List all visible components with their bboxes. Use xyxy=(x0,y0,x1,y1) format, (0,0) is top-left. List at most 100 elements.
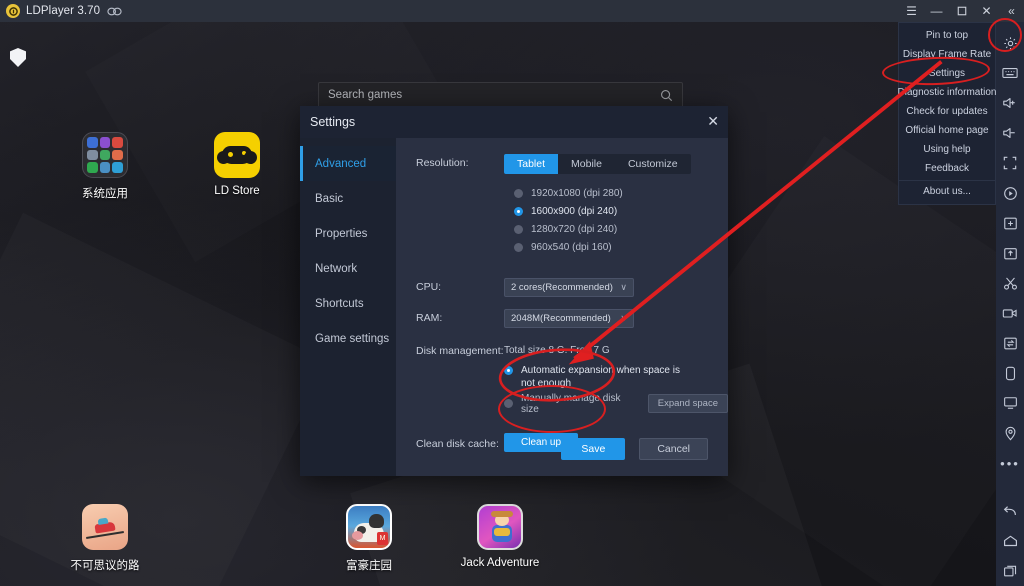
install-apk-icon[interactable] xyxy=(996,238,1024,268)
desktop-app-rich-manor[interactable]: M 富豪庄园 xyxy=(326,504,412,573)
tab-customize[interactable]: Customize xyxy=(615,154,691,174)
desktop-app-jack-adventure[interactable]: Jack Adventure xyxy=(457,504,543,569)
gear-icon[interactable] xyxy=(996,28,1024,58)
fullscreen-icon[interactable] xyxy=(996,148,1024,178)
volume-up-icon[interactable] xyxy=(996,88,1024,118)
menu-item-using-help[interactable]: Using help xyxy=(899,140,995,159)
toolbar-dropdown-menu: Pin to top Display Frame Rate Settings D… xyxy=(898,22,996,205)
maximize-button[interactable] xyxy=(949,0,974,22)
menu-item-pin-to-top[interactable]: Pin to top xyxy=(899,26,995,45)
close-icon[interactable]: ✕ xyxy=(707,114,719,128)
chevron-down-icon: ∨ xyxy=(620,282,627,293)
multi-instance-icon[interactable] xyxy=(107,6,122,17)
radio-label: 1600x900 (dpi 240) xyxy=(531,206,617,217)
right-toolbar: ••• xyxy=(996,22,1024,586)
radio-label: 1920x1080 (dpi 280) xyxy=(531,188,623,199)
volume-down-icon[interactable] xyxy=(996,118,1024,148)
incredible-road-game-icon xyxy=(82,504,128,550)
expand-space-button[interactable]: Expand space xyxy=(648,394,728,413)
search-input[interactable]: Search games xyxy=(318,82,683,108)
record-icon[interactable] xyxy=(996,178,1024,208)
sidebar-item-properties[interactable]: Properties xyxy=(300,216,396,251)
save-button[interactable]: Save xyxy=(561,438,625,460)
app-label: Jack Adventure xyxy=(457,557,543,569)
location-icon[interactable] xyxy=(996,418,1024,448)
more-dots-icon[interactable]: ••• xyxy=(996,448,1024,478)
disk-summary: Total size 8 G. Free 7 G xyxy=(504,342,610,356)
home-icon[interactable] xyxy=(996,526,1024,556)
radio-indicator xyxy=(514,189,523,198)
scissors-icon[interactable] xyxy=(996,268,1024,298)
search-placeholder: Search games xyxy=(328,89,660,101)
minimize-button[interactable]: — xyxy=(924,0,949,22)
menu-item-settings[interactable]: Settings xyxy=(899,64,995,83)
app-label: 系统应用 xyxy=(62,185,148,201)
cpu-value: 2 cores(Recommended) xyxy=(511,282,613,293)
radio-label: 960x540 (dpi 160) xyxy=(531,242,612,253)
add-instance-icon[interactable] xyxy=(996,208,1024,238)
manual-disk-row: Manually manage disk size Expand space xyxy=(504,394,728,413)
tab-mobile[interactable]: Mobile xyxy=(558,154,615,174)
sidebar-item-advanced[interactable]: Advanced xyxy=(300,146,396,181)
menu-item-check-for-updates[interactable]: Check for updates xyxy=(899,102,995,121)
menu-item-feedback[interactable]: Feedback xyxy=(899,159,995,178)
menu-item-diagnostic-information[interactable]: Diagnostic information xyxy=(899,83,995,102)
radio-1600x900[interactable]: 1600x900 (dpi 240) xyxy=(514,202,728,220)
dialog-header: Settings ✕ xyxy=(300,106,728,138)
menu-item-about-us[interactable]: About us... xyxy=(899,180,995,201)
collapse-sidebar-button[interactable]: « xyxy=(999,0,1024,22)
ld-store-icon xyxy=(214,132,260,178)
video-icon[interactable] xyxy=(996,298,1024,328)
keyboard-icon[interactable] xyxy=(996,58,1024,88)
radio-1280x720[interactable]: 1280x720 (dpi 240) xyxy=(514,220,728,238)
app-label: LD Store xyxy=(194,185,280,197)
sidebar-item-game-settings[interactable]: Game settings xyxy=(300,321,396,356)
menu-button[interactable]: ☰ xyxy=(899,0,924,22)
sync-icon[interactable] xyxy=(996,328,1024,358)
recents-icon[interactable] xyxy=(996,556,1024,586)
disk-row: Disk management: Total size 8 G. Free 7 … xyxy=(396,342,728,357)
search-icon[interactable] xyxy=(660,89,673,102)
title-bar: LDPlayer 3.70 ☰ — ✕ « xyxy=(0,0,1024,22)
jack-adventure-game-icon xyxy=(477,504,523,550)
ram-select[interactable]: 2048M(Recommended) ∨ xyxy=(504,309,634,328)
system-apps-folder-icon xyxy=(82,132,128,178)
tab-tablet[interactable]: Tablet xyxy=(504,154,558,174)
dialog-main-panel: Resolution: Tablet Mobile Customize 1920… xyxy=(396,138,728,476)
shield-icon xyxy=(10,48,26,67)
cpu-row: CPU: 2 cores(Recommended) ∨ xyxy=(396,278,728,297)
resolution-label: Resolution: xyxy=(416,154,504,169)
disk-options: Automatic expansion when space is not en… xyxy=(504,364,728,413)
menu-item-official-home-page[interactable]: Official home page xyxy=(899,121,995,140)
close-button[interactable]: ✕ xyxy=(974,0,999,22)
app-label: 不可思议的路 xyxy=(62,557,148,573)
resolution-row: Resolution: Tablet Mobile Customize xyxy=(396,154,728,174)
dialog-footer: Save Cancel xyxy=(561,438,708,460)
radio-960x540[interactable]: 960x540 (dpi 160) xyxy=(514,238,728,256)
radio-manual-disk-size[interactable]: Manually manage disk size xyxy=(504,395,638,413)
radio-automatic-expansion[interactable]: Automatic expansion when space is not en… xyxy=(504,364,728,390)
back-icon[interactable] xyxy=(996,496,1024,526)
ram-value: 2048M(Recommended) xyxy=(511,313,611,324)
menu-item-display-frame-rate[interactable]: Display Frame Rate xyxy=(899,45,995,64)
radio-1920x1080[interactable]: 1920x1080 (dpi 280) xyxy=(514,184,728,202)
ram-row: RAM: 2048M(Recommended) ∨ xyxy=(396,309,728,328)
desktop-icon[interactable] xyxy=(996,388,1024,418)
cancel-button[interactable]: Cancel xyxy=(639,438,708,460)
chevron-down-icon: ∨ xyxy=(620,313,627,324)
radio-label: Automatic expansion when space is not en… xyxy=(521,364,681,390)
radio-indicator xyxy=(514,225,523,234)
desktop-app-system-apps[interactable]: 系统应用 xyxy=(62,132,148,201)
sidebar-item-shortcuts[interactable]: Shortcuts xyxy=(300,286,396,321)
shake-icon[interactable] xyxy=(996,358,1024,388)
cpu-select[interactable]: 2 cores(Recommended) ∨ xyxy=(504,278,634,297)
desktop-app-incredible-road[interactable]: 不可思议的路 xyxy=(62,504,148,573)
app-label: 富豪庄园 xyxy=(326,557,412,573)
sidebar-item-basic[interactable]: Basic xyxy=(300,181,396,216)
radio-label: Manually manage disk size xyxy=(521,393,638,415)
desktop-app-ld-store[interactable]: LD Store xyxy=(194,132,280,197)
sidebar-item-network[interactable]: Network xyxy=(300,251,396,286)
radio-indicator xyxy=(514,243,523,252)
rich-manor-game-icon: M xyxy=(346,504,392,550)
app-title: LDPlayer 3.70 xyxy=(26,5,100,17)
